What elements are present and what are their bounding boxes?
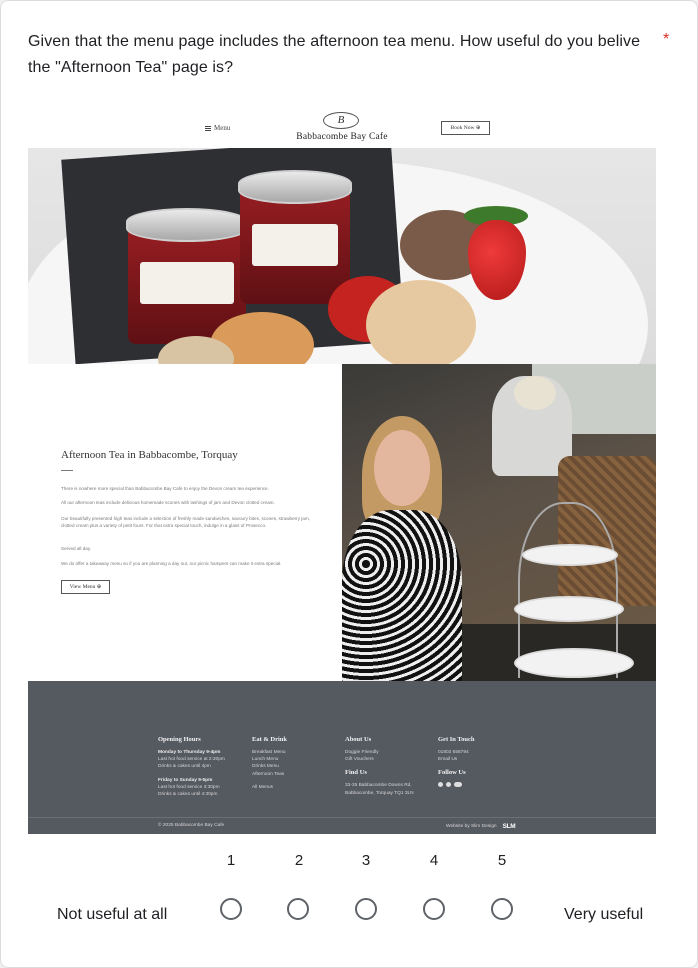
footer-heading: Follow Us [438,769,466,777]
scale-number-5: 5 [497,852,507,869]
footer-heading: Opening Hours [158,736,201,743]
hamburger-icon [205,125,211,131]
footer-eat-drink: Eat & Drink Breakfast Menu Lunch Menu Dr… [252,736,287,791]
scale-number-1: 1 [226,852,236,869]
footer-heading: Find Us [345,769,367,777]
jam-jar-right [238,170,352,304]
book-now-button: Book Now ⊕ [441,121,490,135]
footer-opening-hours: Opening Hours Monday to Thursday 9-4pm L… [158,736,225,798]
footer-line: Drinks & cakes until 4:30pm [158,792,218,798]
footer-line: Babbacombe, Torquay TQ1 3LN [345,790,414,796]
site-menu-link: Menu [205,124,230,132]
footer-line: Drinks & cakes until 4pm [158,764,211,770]
footer-link: Lunch Menu [252,757,279,763]
logo-text: Babbacombe Bay Cafe [296,132,388,142]
footer-link: Gift Vouchers [345,757,374,763]
required-marker: * [663,31,670,48]
footer-line: Friday to Sunday 9-5pm [158,777,213,783]
scale-radio-1[interactable] [220,898,242,920]
scale-radio-4[interactable] [423,898,445,920]
footer-heading: Get In Touch [438,736,475,743]
scale-radio-2[interactable] [287,898,309,920]
view-menu-button: View Menu ⊕ [61,580,110,594]
macaron-cream [366,280,476,364]
footer-credit-text: Website by Slim Design [446,824,497,829]
footer-heading: Eat & Drink [252,736,288,743]
instagram-icon [446,782,451,788]
site-menu-label: Menu [214,124,231,132]
diners-photo [342,364,656,681]
question-card: Given that the menu page includes the af… [0,0,698,968]
woman-dress [342,510,462,681]
afternoon-tea-page-screenshot: Menu B Babbacombe Bay Cafe Book Now ⊕ Af… [28,105,656,834]
intro-divider [61,470,73,471]
footer-link: Breakfast Menu [252,750,286,755]
footer-link: All Menus [252,784,274,790]
footer-link: Doggie Friendly [345,750,379,755]
woman-face [374,430,430,506]
background-diner-hair [514,376,556,410]
footer-contact: Get In Touch 01803 658794 Email Us Follo… [438,736,475,788]
footer-credit: Website by Slim Design SLM [446,823,516,830]
intro-section: Afternoon Tea in Babbacombe, Torquay The… [28,364,342,681]
footer-email-link: Email Us [438,757,458,763]
social-icons [438,782,475,788]
scale-high-label: Very useful [564,906,644,923]
scale-low-label: Not useful at all [57,906,168,923]
intro-paragraph: We do offer a takeaway menu so if you ar… [61,561,282,566]
footer-heading: About Us [345,736,372,743]
cake-stand-plate-bottom [514,648,634,678]
hero-image [28,148,656,364]
intro-paragraph: There is nowhere more special than Babba… [61,486,269,491]
slim-design-logo: SLM [502,823,516,830]
logo-mark: B [323,112,359,129]
footer-line: Last hot food service 3:30pm [158,784,220,790]
cake-stand-plate-top [522,544,618,566]
footer-link: Drinks Menu [252,764,279,770]
footer-copyright: © 2025 Babbacombe Bay Cafe [158,823,225,828]
site-footer: Opening Hours Monday to Thursday 9-4pm L… [28,681,656,834]
scale-radio-5[interactable] [491,898,513,920]
cake-stand-plate-middle [514,596,624,622]
footer-line: Last hot food service at 2:30pm [158,757,225,763]
intro-paragraph: All our afternoon teas include delicious… [61,500,275,505]
intro-paragraph: Served all day. [61,546,92,551]
footer-phone: 01803 658794 [438,750,469,755]
scale-number-4: 4 [429,852,439,869]
scale-number-3: 3 [361,852,371,869]
intro-title: Afternoon Tea in Babbacombe, Torquay [61,449,238,461]
scale-number-2: 2 [294,852,304,869]
footer-about: About Us Doggie Friendly Gift Vouchers F… [345,736,414,797]
footer-link: Afternoon Teas [252,771,285,777]
scale-radio-3[interactable] [355,898,377,920]
footer-line: 33-35 Babbacombe Downs Rd, [345,783,412,789]
footer-divider [28,817,656,818]
question-text: Given that the menu page includes the af… [28,33,641,76]
footer-line: Monday to Thursday 9-4pm [158,750,221,755]
intro-paragraph: Our beautifully presented high teas incl… [61,516,310,529]
facebook-icon [438,782,443,788]
tripadvisor-icon [454,782,462,788]
site-header: Menu B Babbacombe Bay Cafe Book Now ⊕ [28,105,656,148]
